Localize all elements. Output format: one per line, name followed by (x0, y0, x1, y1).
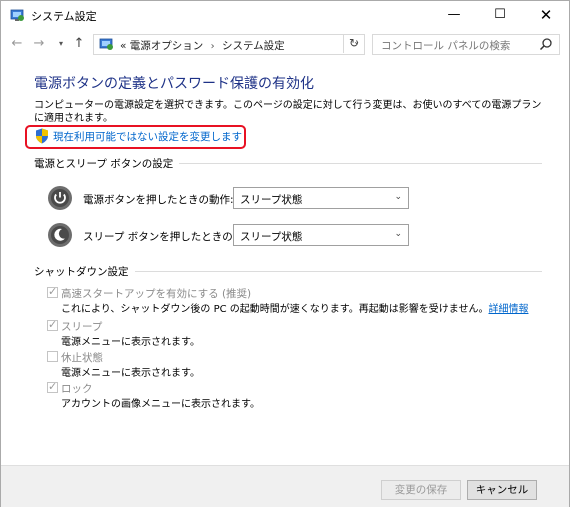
fast-startup-checkbox[interactable]: ✓ (47, 285, 58, 298)
window-title: システム設定 (31, 10, 97, 23)
up-arrow-icon[interactable]: ↑ (71, 34, 87, 54)
fast-startup-description: これにより、シャットダウン後の PC の起動時間が速くなります。再起動は影響を受… (61, 304, 529, 315)
refresh-icon[interactable]: ↻ (343, 34, 364, 53)
uac-shield-icon (36, 128, 48, 144)
address-bar[interactable]: « 電源オプション › システム設定 ⌄ (93, 34, 365, 55)
power-buttons-section-title: 電源とスリープ ボタンの設定 (34, 156, 180, 171)
search-input[interactable]: コントロール パネルの検索 (372, 34, 560, 55)
sleep-button-label: スリープ ボタンを押したときの動作: (83, 231, 258, 243)
recent-locations-chevron-icon[interactable]: ▾ (53, 34, 69, 54)
cancel-button[interactable]: キャンセル (467, 480, 537, 500)
page-description: コンピューターの電源設定を選択できます。このページの設定に対して行う変更は、お使… (34, 100, 542, 124)
sleep-checkbox[interactable]: ✓ (47, 318, 58, 331)
minimize-button[interactable]: — (431, 1, 477, 29)
control-panel-icon (99, 38, 113, 50)
lock-description: アカウントの画像メニューに表示されます。 (61, 399, 260, 410)
breadcrumb-power-options[interactable]: 電源オプション (130, 40, 204, 52)
breadcrumb: « 電源オプション › システム設定 (120, 38, 285, 53)
chevron-down-icon: ⌄ (394, 229, 402, 239)
shutdown-section-title: シャットダウン設定 (34, 264, 135, 279)
checkmark-icon: ✓ (48, 318, 58, 331)
power-button-label: 電源ボタンを押したときの動作: (83, 194, 234, 206)
change-unavailable-settings-link[interactable]: 現在利用可能ではない設定を変更します (31, 126, 242, 145)
save-changes-button[interactable]: 変更の保存 (381, 480, 461, 500)
system-settings-window: システム設定 — ☐ ✕ ← → ▾ ↑ « 電源オプション › システム設定 … (0, 0, 570, 507)
lock-label: ロック (61, 383, 93, 395)
more-info-link[interactable]: 詳細情報 (488, 304, 528, 315)
sleep-button-row: スリープ ボタンを押したときの動作: スリープ状態 ⌄ (47, 222, 409, 250)
forward-arrow-icon[interactable]: → (31, 34, 47, 54)
page-title: 電源ボタンの定義とパスワード保護の有効化 (34, 76, 314, 92)
power-button-action-value: スリープ状態 (240, 194, 303, 206)
control-panel-icon (10, 9, 24, 21)
checkmark-icon: ✓ (48, 380, 58, 393)
sleep-button-action-value: スリープ状態 (240, 231, 303, 243)
close-button[interactable]: ✕ (523, 1, 569, 29)
breadcrumb-overflow[interactable]: « (120, 40, 126, 52)
search-placeholder: コントロール パネルの検索 (381, 40, 511, 52)
change-link-label[interactable]: 現在利用可能ではない設定を変更します (53, 129, 242, 144)
power-icon (48, 186, 72, 210)
sleep-icon (48, 223, 72, 247)
maximize-button[interactable]: ☐ (477, 1, 523, 29)
checkmark-icon: ✓ (48, 285, 58, 298)
power-buttons-section-header: 電源とスリープ ボタンの設定 (34, 156, 542, 171)
breadcrumb-separator-icon[interactable]: › (207, 41, 219, 52)
footer-bar: 変更の保存 キャンセル (1, 465, 569, 507)
hibernate-checkbox[interactable] (47, 351, 58, 362)
sleep-label: スリープ (61, 321, 103, 333)
chevron-down-icon: ⌄ (394, 192, 402, 202)
back-arrow-icon[interactable]: ← (9, 34, 25, 54)
hibernate-description: 電源メニューに表示されます。 (61, 368, 200, 379)
sleep-button-action-select[interactable]: スリープ状態 ⌄ (233, 224, 409, 246)
hibernate-label: 休止状態 (61, 352, 103, 364)
lock-checkbox[interactable]: ✓ (47, 380, 58, 393)
title-bar: システム設定 — ☐ ✕ (1, 1, 569, 29)
sleep-description: 電源メニューに表示されます。 (61, 337, 200, 348)
breadcrumb-system-settings[interactable]: システム設定 (222, 40, 285, 52)
shutdown-section-header: シャットダウン設定 (34, 264, 542, 279)
navigation-bar: ← → ▾ ↑ « 電源オプション › システム設定 ⌄ ↻ コントロール パネ… (1, 31, 569, 57)
fast-startup-label: 高速スタートアップを有効にする (推奨) (61, 288, 252, 300)
power-button-row: 電源ボタンを押したときの動作: スリープ状態 ⌄ (47, 185, 409, 213)
search-icon[interactable] (539, 37, 553, 51)
power-button-action-select[interactable]: スリープ状態 ⌄ (233, 187, 409, 209)
